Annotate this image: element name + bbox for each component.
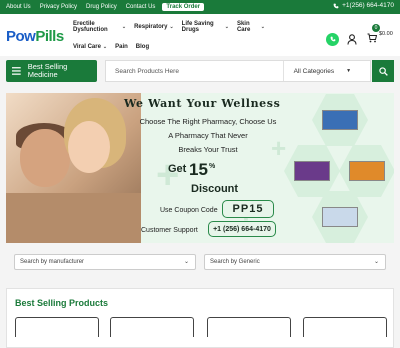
track-order-button[interactable]: Track Order	[162, 3, 205, 11]
product-image	[312, 191, 368, 243]
nav-skin-care[interactable]: Skin Care ⌄	[237, 21, 265, 33]
search-input[interactable]: Search Products Here	[106, 68, 283, 75]
manufacturer-select[interactable]: Search by manufacturer ⌄	[14, 254, 196, 270]
medicine-box-icon	[322, 110, 358, 130]
nav-viral-care[interactable]: Viral Care ⌄	[73, 44, 107, 50]
nav-label: Blog	[135, 43, 150, 50]
product-image	[284, 145, 340, 197]
about-us-link[interactable]: About Us	[6, 4, 31, 10]
topbar-phone[interactable]: +1(256) 664-4170	[333, 2, 394, 9]
chevron-down-icon: ⌄	[169, 23, 174, 30]
section-title: Best Selling Products	[15, 298, 109, 308]
coupon-text: Use Coupon Code	[160, 207, 218, 214]
product-card[interactable]	[207, 317, 291, 337]
product-image	[312, 94, 368, 146]
banner-get-text: Get	[168, 163, 187, 175]
chevron-down-icon: ⌄	[121, 23, 127, 30]
chevron-down-icon: ⌄	[224, 23, 229, 30]
chevron-down-icon: ⌄	[102, 43, 108, 50]
contact-us-link[interactable]: Contact Us	[126, 4, 156, 10]
discount-label: Discount	[191, 183, 239, 195]
product-card[interactable]	[15, 317, 99, 337]
top-bar: About Us Privacy Policy Drug Policy Cont…	[0, 0, 400, 14]
support-phone[interactable]: +1 (256) 664-4170	[208, 221, 276, 237]
nav-blog[interactable]: Blog	[136, 44, 149, 50]
product-card[interactable]	[303, 317, 387, 337]
product-image	[339, 145, 394, 197]
medicine-box-icon	[322, 207, 358, 227]
discount-value: 15	[189, 160, 208, 179]
logo-part2: Pills	[35, 28, 64, 45]
category-menu-label: Best Selling Medicine	[27, 62, 68, 79]
drug-policy-link[interactable]: Drug Policy	[86, 4, 117, 10]
nav-label: Skin Care	[236, 20, 251, 33]
header-icons: 0 $0.00	[326, 24, 393, 48]
cart-total: $0.00	[379, 31, 393, 37]
menu-icon	[12, 67, 21, 75]
support-text: Customer Support	[141, 227, 198, 234]
nav-label: Life Saving Drugs	[181, 20, 214, 33]
medicine-box-icon	[349, 161, 385, 181]
nav-life-saving-drugs[interactable]: Life Saving Drugs ⌄	[182, 21, 229, 33]
decorative-cross-icon: +	[156, 153, 180, 197]
coupon-code: PP15	[222, 200, 274, 218]
chevron-down-icon: ⌄	[183, 259, 189, 265]
topbar-phone-number: +1(256) 664-4170	[342, 2, 394, 9]
banner-line-2: A Pharmacy That Never	[168, 131, 248, 140]
nav-label: Erectile Dysfunction	[73, 20, 108, 33]
chevron-down-icon: ⌄	[373, 259, 379, 265]
banner-line-3: Breaks Your Trust	[178, 145, 238, 154]
search-row: Best Selling Medicine Search Products He…	[0, 58, 400, 86]
nav-pain[interactable]: Pain	[115, 44, 128, 50]
cart-button[interactable]: 0 $0.00	[367, 24, 393, 48]
search-icon	[378, 66, 388, 76]
main-nav: Erectile Dysfunction ⌄ Respiratory ⌄ Life …	[73, 20, 273, 60]
site-logo[interactable]: PowPills	[6, 28, 64, 45]
manufacturer-select-value: Search by manufacturer	[20, 259, 85, 265]
nav-label: Respiratory	[134, 23, 168, 30]
banner-headline: We Want Your Wellness	[124, 97, 281, 110]
logo-part1: Pow	[6, 28, 36, 45]
category-menu-button[interactable]: Best Selling Medicine	[6, 60, 97, 82]
category-select[interactable]: All Categories ▼	[282, 61, 370, 81]
medicine-box-icon	[294, 161, 330, 181]
couple-photo	[6, 93, 141, 243]
site-header: PowPills Erectile Dysfunction ⌄ Respirato…	[0, 14, 400, 56]
privacy-policy-link[interactable]: Privacy Policy	[40, 4, 77, 10]
phone-icon	[333, 3, 339, 8]
user-icon[interactable]	[347, 33, 357, 45]
category-select-value: All Categories	[293, 67, 335, 75]
nav-respiratory[interactable]: Respiratory ⌄	[134, 24, 174, 30]
banner-line-1: Choose The Right Pharmacy, Choose Us	[139, 117, 277, 126]
nav-label: Pain	[115, 43, 128, 50]
generic-select-value: Search by Generic	[210, 259, 260, 265]
search-bar: Search Products Here All Categories ▼	[105, 60, 371, 82]
chevron-down-icon: ⌄	[260, 23, 265, 30]
product-card[interactable]	[110, 317, 194, 337]
nav-erectile-dysfunction[interactable]: Erectile Dysfunction ⌄	[73, 21, 126, 33]
discount-unit: %	[209, 163, 216, 170]
generic-select[interactable]: Search by Generic ⌄	[204, 254, 386, 270]
nav-label: Viral Care	[73, 43, 101, 50]
whatsapp-icon[interactable]	[326, 32, 339, 46]
best-selling-section: Best Selling Products	[6, 288, 394, 348]
search-button[interactable]	[372, 60, 394, 82]
caret-down-icon: ▼	[346, 68, 352, 74]
cart-icon	[367, 33, 378, 43]
